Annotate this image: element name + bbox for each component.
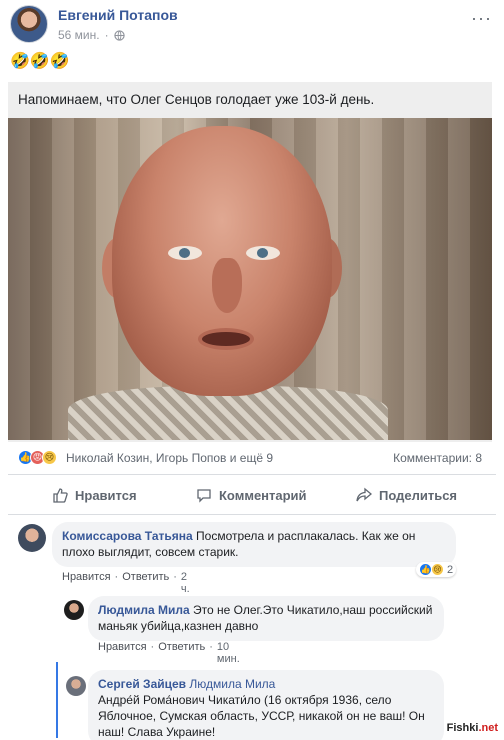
comment-reply-link[interactable]: Ответить: [122, 571, 169, 595]
comment-like-link[interactable]: Нравится: [62, 571, 111, 595]
comment-bubble: Комиссарова Татьяна Посмотрела и расплак…: [52, 522, 456, 567]
divider: [8, 474, 496, 475]
commenter-name[interactable]: Сергей Зайцев: [98, 677, 186, 691]
comment-text: Андре́й Рома́нович Чикати́ло (16 октября…: [98, 693, 425, 739]
like-label: Нравится: [75, 487, 137, 503]
comment-reply-link[interactable]: Ответить: [158, 641, 205, 665]
share-icon: [356, 487, 372, 502]
comment-label: Комментарий: [219, 487, 307, 503]
commenter-name[interactable]: Людмила Мила: [98, 603, 190, 617]
comment-reactions[interactable]: 👍 😢 2: [416, 562, 457, 577]
comment-meta: Нравится · Ответить · 10 мин.: [98, 641, 240, 665]
like-button[interactable]: Нравится: [52, 487, 137, 503]
comment-time[interactable]: 10 мин.: [217, 641, 240, 665]
reactions-summary: 👍 😡 😢 Николай Козин, Игорь Попов и ещё 9…: [0, 448, 504, 468]
commenter-avatar[interactable]: [66, 676, 86, 696]
commenter-avatar[interactable]: [18, 524, 46, 552]
more-options-icon[interactable]: ···: [471, 8, 492, 29]
watermark: Fishki.net: [447, 722, 498, 734]
post-time[interactable]: 56 мин.: [58, 28, 100, 42]
thumbs-up-icon: [53, 488, 68, 503]
post-header: Евгений Потапов 56 мин. · ···: [0, 0, 504, 48]
reply-thread-line: [56, 662, 58, 738]
share-button[interactable]: Поделиться: [356, 487, 457, 503]
post-meta: 56 мин. ·: [58, 28, 125, 42]
watermark-part1: Fishki: [446, 722, 479, 734]
commenter-name[interactable]: Комиссарова Татьяна: [62, 529, 193, 543]
comment-like-link[interactable]: Нравится: [98, 641, 147, 665]
globe-icon[interactable]: [113, 29, 125, 41]
comment-bubble: Людмила Мила Это не Олег.Это Чикатило,на…: [88, 596, 444, 641]
comment-icon: [197, 489, 211, 503]
watermark-part2: .net: [478, 722, 498, 734]
sad-reaction-icon: 😢: [42, 450, 57, 465]
post-author-name[interactable]: Евгений Потапов: [58, 7, 178, 23]
comment-bubble: Сергей Зайцев Людмила Мила Андре́й Рома́…: [88, 670, 444, 740]
author-avatar[interactable]: [10, 5, 48, 43]
post-text-emoji: 🤣🤣🤣: [10, 53, 70, 70]
post-actions: Нравится Комментарий Поделиться: [0, 478, 504, 512]
comment-button[interactable]: Комментарий: [196, 487, 307, 503]
comment-meta: Нравится · Ответить · 2 ч.: [62, 571, 190, 595]
commenter-avatar[interactable]: [64, 600, 84, 620]
comment-mention[interactable]: Людмила Мила: [189, 677, 275, 691]
comment-reaction-count: 2: [447, 563, 454, 576]
sad-reaction-icon: 😢: [431, 563, 444, 576]
comment-time[interactable]: 2 ч.: [181, 571, 190, 595]
reaction-icons[interactable]: 👍 😡 😢: [18, 450, 57, 465]
comments-count[interactable]: Комментарии: 8: [393, 451, 482, 465]
divider: [8, 514, 496, 515]
shared-card[interactable]: Напоминаем, что Олег Сенцов голодает уже…: [8, 82, 492, 442]
reactors-names[interactable]: Николай Козин, Игорь Попов и ещё 9: [66, 451, 273, 465]
share-label: Поделиться: [379, 487, 458, 503]
card-text: Напоминаем, что Олег Сенцов голодает уже…: [18, 92, 375, 107]
post-photo[interactable]: [8, 118, 492, 440]
